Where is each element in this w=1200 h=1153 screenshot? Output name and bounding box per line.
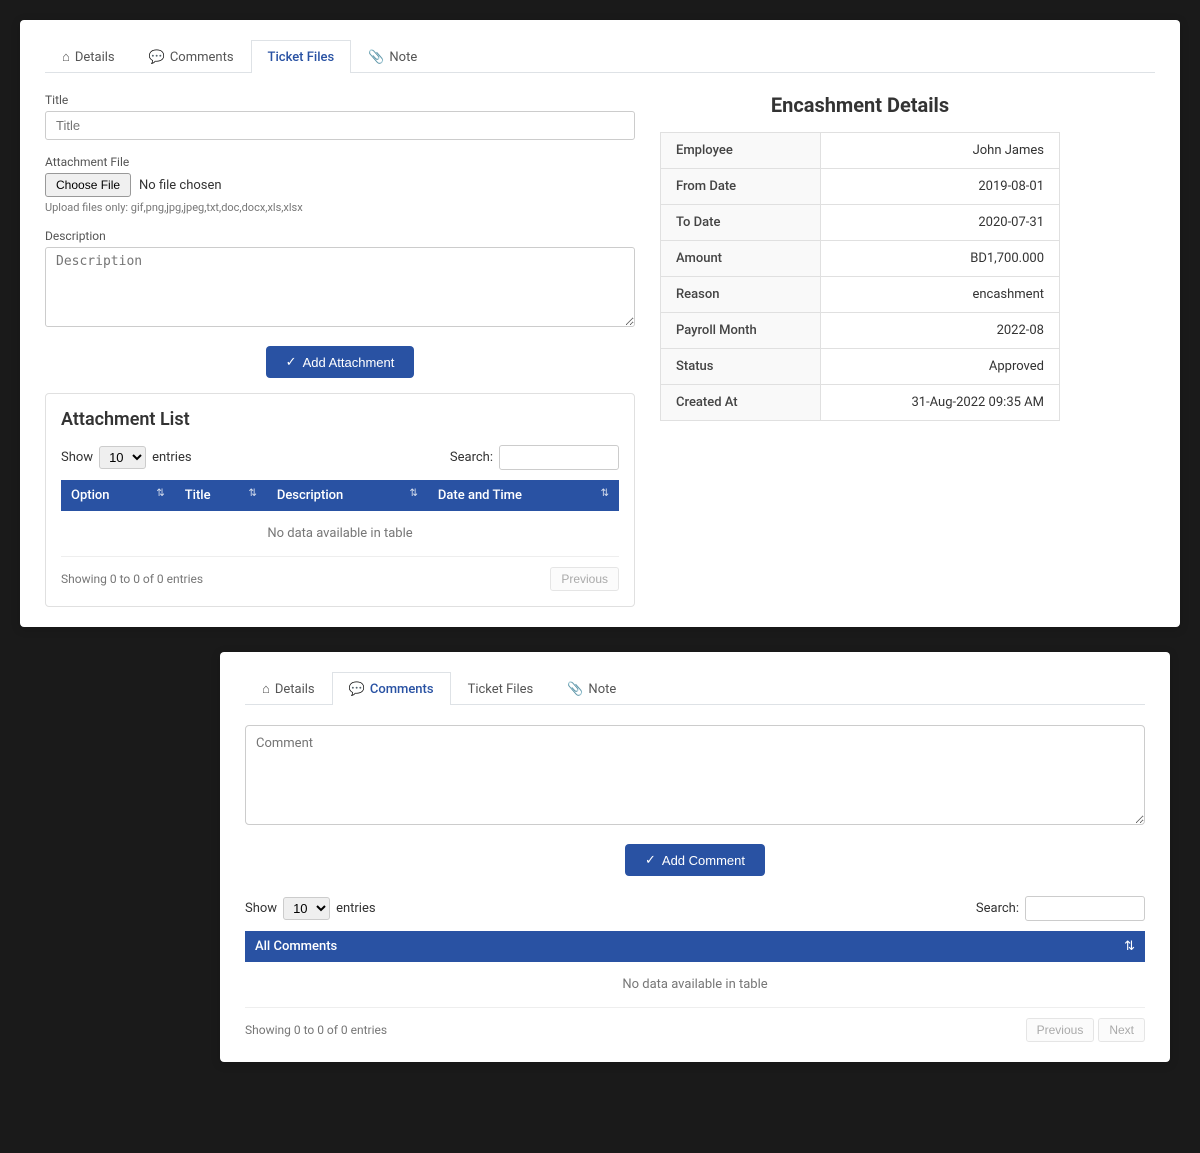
top-tabs: ⌂ Details 💬 Comments Ticket Files 📎 Note: [45, 40, 1155, 73]
check-icon-comment: ✓: [645, 852, 656, 868]
encashment-details-table: EmployeeJohn JamesFrom Date2019-08-01To …: [660, 132, 1060, 421]
add-comment-button[interactable]: ✓ Add Comment: [625, 844, 765, 876]
col-title[interactable]: Title ⇅: [175, 480, 267, 511]
encashment-row: Reasonencashment: [661, 277, 1060, 313]
tab-note[interactable]: 📎 Note: [351, 40, 434, 73]
comments-footer: Showing 0 to 0 of 0 entries Previous Nex…: [245, 1018, 1145, 1042]
title-group: Title: [45, 93, 635, 140]
file-chosen-text: No file chosen: [139, 178, 222, 193]
choose-file-button[interactable]: Choose File: [45, 173, 131, 197]
tab-ticket-files[interactable]: Ticket Files: [251, 40, 352, 73]
row-value: 2022-08: [820, 313, 1059, 349]
encashment-row: Created At31-Aug-2022 09:35 AM: [661, 385, 1060, 421]
comment-icon: 💬: [149, 50, 165, 65]
row-label: Status: [661, 349, 821, 385]
prev-button[interactable]: Previous: [550, 567, 619, 591]
attachment-list-title: Attachment List: [61, 409, 619, 430]
encashment-row: Payroll Month2022-08: [661, 313, 1060, 349]
row-value: encashment: [820, 277, 1059, 313]
row-value: BD1,700.000: [820, 241, 1059, 277]
search-label: Search:: [450, 450, 493, 465]
attachment-file-group: Attachment File Choose File No file chos…: [45, 155, 635, 214]
comments-table: All Comments ⇅ No data available in tabl…: [245, 931, 1145, 1008]
row-label: From Date: [661, 169, 821, 205]
row-label: Payroll Month: [661, 313, 821, 349]
add-attachment-button[interactable]: ✓ Add Attachment: [266, 346, 415, 378]
row-value: John James: [820, 133, 1059, 169]
col-description[interactable]: Description ⇅: [267, 480, 428, 511]
entries-select[interactable]: 10 25 50: [99, 446, 146, 469]
search-box: Search:: [450, 445, 619, 470]
show-entries: Show 10 25 50 entries: [61, 446, 192, 469]
home-icon-bottom: ⌂: [262, 681, 270, 697]
bottom-tab-details[interactable]: ⌂ Details: [245, 672, 332, 705]
tab-details[interactable]: ⌂ Details: [45, 40, 132, 73]
row-label: Employee: [661, 133, 821, 169]
comment-search-box: Search:: [976, 896, 1145, 921]
encashment-row: StatusApproved: [661, 349, 1060, 385]
tab-comments[interactable]: 💬 Comments: [132, 40, 251, 73]
row-label: Amount: [661, 241, 821, 277]
table-footer: Showing 0 to 0 of 0 entries Previous: [61, 567, 619, 591]
row-label: To Date: [661, 205, 821, 241]
encashment-row: To Date2020-07-31: [661, 205, 1060, 241]
description-label: Description: [45, 229, 635, 243]
bottom-tab-note[interactable]: 📎 Note: [550, 672, 633, 705]
attachment-table: Option ⇅ Title ⇅ Description ⇅: [61, 480, 619, 557]
row-value: 2019-08-01: [820, 169, 1059, 205]
sort-icon-comments: ⇅: [1124, 939, 1135, 954]
row-label: Reason: [661, 277, 821, 313]
col-option[interactable]: Option ⇅: [61, 480, 175, 511]
encashment-title: Encashment Details: [660, 93, 1060, 117]
row-value: 31-Aug-2022 09:35 AM: [820, 385, 1059, 421]
sort-icon-option: ⇅: [156, 488, 164, 499]
search-input[interactable]: [499, 445, 619, 470]
description-group: Description: [45, 229, 635, 331]
no-data-row: No data available in table: [61, 511, 619, 557]
comments-prev-button[interactable]: Previous: [1026, 1018, 1095, 1042]
title-input[interactable]: [45, 111, 635, 140]
comment-icon-bottom: 💬: [349, 682, 365, 697]
showing-text: Showing 0 to 0 of 0 entries: [61, 572, 203, 586]
row-value: 2020-07-31: [820, 205, 1059, 241]
sort-icon-datetime: ⇅: [601, 488, 609, 499]
paperclip-icon-bottom: 📎: [567, 682, 583, 697]
encashment-row: From Date2019-08-01: [661, 169, 1060, 205]
comment-textarea[interactable]: [245, 725, 1145, 825]
comments-next-button[interactable]: Next: [1098, 1018, 1145, 1042]
sort-icon-title: ⇅: [248, 488, 256, 499]
bottom-tabs: ⌂ Details 💬 Comments Ticket Files 📎 Note: [245, 672, 1145, 705]
title-label: Title: [45, 93, 635, 107]
bottom-tab-comments[interactable]: 💬 Comments: [332, 672, 451, 705]
comment-search-input[interactable]: [1025, 896, 1145, 921]
encashment-row: AmountBD1,700.000: [661, 241, 1060, 277]
sort-icon-description: ⇅: [410, 488, 418, 499]
home-icon: ⌂: [62, 49, 70, 65]
check-icon: ✓: [286, 354, 297, 370]
comment-group: [245, 725, 1145, 829]
description-textarea[interactable]: [45, 247, 635, 327]
row-value: Approved: [820, 349, 1059, 385]
encashment-row: EmployeeJohn James: [661, 133, 1060, 169]
bottom-tab-ticket-files[interactable]: Ticket Files: [451, 672, 551, 705]
row-label: Created At: [661, 385, 821, 421]
comment-show-entries: Show 10 25 50 entries: [245, 897, 376, 920]
attachment-list-section: Attachment List Show 10 25 50 entries: [45, 393, 635, 607]
comment-search-label: Search:: [976, 901, 1019, 916]
paperclip-icon: 📎: [368, 50, 384, 65]
comment-entries-select[interactable]: 10 25 50: [283, 897, 330, 920]
col-datetime[interactable]: Date and Time ⇅: [428, 480, 619, 511]
file-hint: Upload files only: gif,png,jpg,jpeg,txt,…: [45, 201, 635, 214]
attachment-label: Attachment File: [45, 155, 635, 169]
col-all-comments[interactable]: All Comments ⇅: [245, 931, 1145, 962]
no-comments-row: No data available in table: [245, 962, 1145, 1008]
comments-showing-text: Showing 0 to 0 of 0 entries: [245, 1023, 387, 1037]
